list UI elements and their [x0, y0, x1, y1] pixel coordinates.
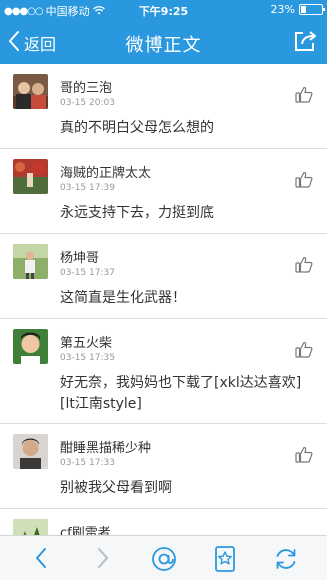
comment-author[interactable]: 海贼的正牌太太	[60, 162, 151, 181]
refresh-icon	[273, 549, 299, 576]
comment-text: 好无奈，我妈妈也下载了[xkl达达喜欢][lt江南style]	[60, 375, 302, 412]
favorite-button[interactable]	[214, 546, 236, 576]
comment-author[interactable]: 第五火柴	[60, 332, 112, 351]
avatar[interactable]	[13, 74, 48, 109]
avatar[interactable]	[13, 159, 48, 194]
status-right: 23%	[270, 3, 325, 16]
battery-percent: 23%	[270, 3, 295, 16]
comment-item[interactable]: cf刷雷者	[0, 509, 327, 535]
favorite-star-icon	[214, 546, 236, 576]
comment-text: 永远支持下去，力挺到底	[60, 205, 214, 221]
like-button[interactable]	[295, 341, 313, 362]
comment-author[interactable]: 杨坤哥	[60, 247, 99, 266]
comment-time: 03-15 17:33	[60, 458, 115, 468]
thumbs-up-icon	[295, 86, 313, 107]
battery-fill	[301, 6, 306, 13]
thumbs-up-icon	[295, 446, 313, 467]
page-title: 微博正文	[125, 35, 202, 56]
comment-item[interactable]: 第五火柴 03-15 17:35 好无奈，我妈妈也下载了[xkl达达喜欢][lt…	[0, 319, 327, 424]
comment-time: 03-15 20:03	[60, 98, 115, 108]
comment-list[interactable]: 哥的三泡 03-15 20:03 真的不明白父母怎么想的 海贼的正牌太太 03-…	[0, 64, 327, 535]
status-bar: ●●●○○ 中国移动 下午9:25 23%	[0, 0, 327, 20]
comment-item[interactable]: 海贼的正牌太太 03-15 17:39 永远支持下去，力挺到底	[0, 149, 327, 234]
like-button[interactable]	[295, 256, 313, 277]
comment-item[interactable]: 杨坤哥 03-15 17:37 这简直是生化武器！	[0, 234, 327, 319]
thumbs-up-icon	[295, 171, 313, 192]
comment-time: 03-15 17:35	[60, 353, 115, 363]
thumbs-up-icon	[295, 256, 313, 277]
comment-author[interactable]: cf刷雷者	[60, 522, 111, 535]
comment-text: 这简直是生化武器！	[60, 290, 186, 306]
bottom-toolbar	[0, 535, 327, 580]
next-button[interactable]	[96, 546, 110, 574]
comment-item[interactable]: 酣睡黑描稀少种 03-15 17:33 别被我父母看到啊	[0, 424, 327, 509]
battery-tip	[323, 8, 325, 11]
at-mention-icon	[151, 547, 177, 576]
like-button[interactable]	[295, 86, 313, 107]
share-icon	[293, 31, 319, 57]
avatar[interactable]	[13, 434, 48, 469]
prev-button[interactable]	[34, 546, 48, 574]
comment-time: 03-15 17:37	[60, 268, 115, 278]
share-button[interactable]	[293, 29, 319, 57]
like-button[interactable]	[295, 446, 313, 467]
refresh-button[interactable]	[273, 546, 299, 576]
chevron-right-icon	[96, 548, 110, 574]
comment-item[interactable]: 哥的三泡 03-15 20:03 真的不明白父母怎么想的	[0, 64, 327, 149]
battery-icon	[299, 4, 325, 15]
comment-time: 03-15 17:39	[60, 183, 115, 193]
comment-text: 别被我父母看到啊	[60, 480, 172, 496]
thumbs-up-icon	[295, 341, 313, 362]
chevron-left-icon	[34, 548, 48, 574]
avatar[interactable]	[13, 329, 48, 364]
comment-text: 真的不明白父母怎么想的	[60, 120, 214, 136]
navigation-bar: 返回 微博正文	[0, 20, 327, 64]
comment-author[interactable]: 哥的三泡	[60, 77, 112, 96]
like-button[interactable]	[295, 171, 313, 192]
avatar[interactable]	[13, 519, 48, 535]
comment-author[interactable]: 酣睡黑描稀少种	[60, 437, 151, 456]
avatar[interactable]	[13, 244, 48, 279]
mention-button[interactable]	[151, 546, 177, 576]
